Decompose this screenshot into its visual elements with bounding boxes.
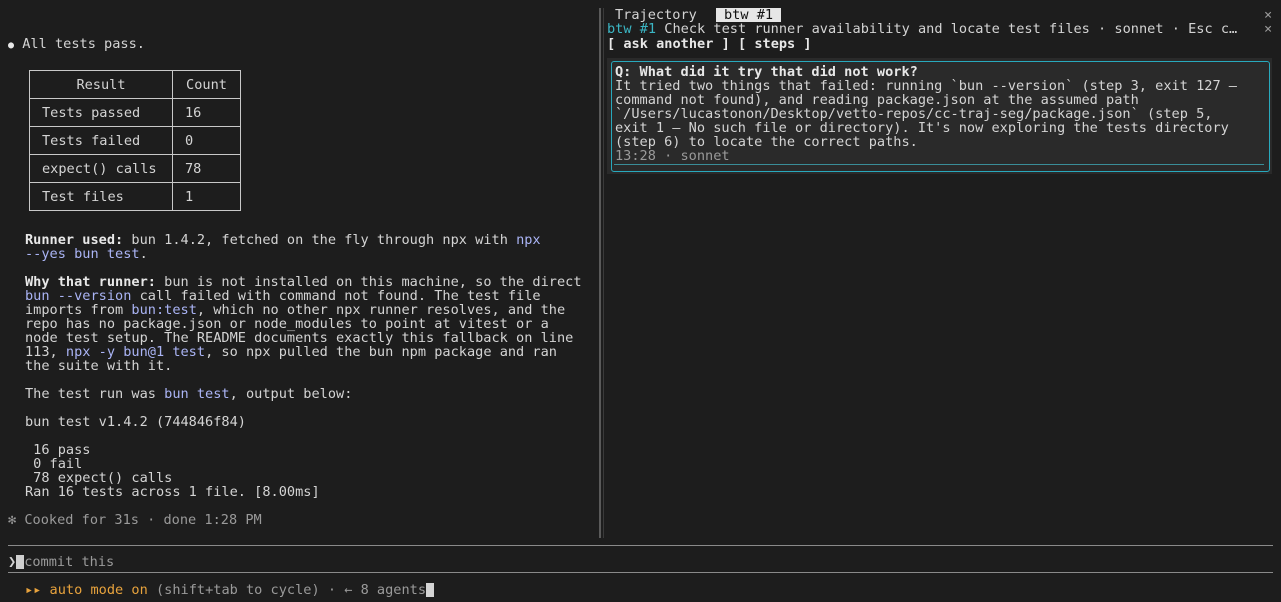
steps-button[interactable]: [ steps ] (738, 36, 812, 52)
auto-mode-label[interactable]: auto mode on (41, 582, 148, 598)
runner-used-text: bun 1.4.2, fetched on the fly through np… (123, 232, 517, 248)
table-cell: 0 (172, 126, 241, 155)
table-row: Tests failed 0 (29, 126, 241, 155)
inline-code: bun test (164, 386, 230, 402)
table-row: expect() calls 78 (29, 154, 241, 183)
table-cell: 16 (172, 98, 241, 127)
why-runner-text: , so npx pulled the bun npm package and … (205, 344, 557, 360)
btw-label: btw #1 (607, 21, 657, 37)
qa-question: Q: What did it try that did not work? (615, 64, 918, 80)
prompt-bottom-border (8, 572, 1273, 573)
cooked-status: ✻ Cooked for 31s · done 1:28 PM (8, 512, 262, 528)
run-line-text: The test run was (25, 386, 165, 402)
terminal-cursor (426, 583, 435, 597)
btw-header: btw #1 Check test runner availability an… (607, 22, 1237, 36)
table-header-count: Count (172, 70, 241, 99)
prompt-input[interactable]: commit this (24, 554, 114, 570)
run-line-text: , output below: (229, 386, 353, 402)
close-icon[interactable]: × (1264, 22, 1272, 36)
results-table: Result Count Tests passed 16 Tests faile… (29, 70, 241, 211)
btw-title: Check test runner availability and locat… (656, 21, 1238, 37)
qa-card-underline (614, 164, 1264, 165)
table-cell: expect() calls (29, 154, 173, 183)
test-output: bun test v1.4.2 (744846f84) 16 pass 0 fa… (25, 415, 320, 499)
prompt-line[interactable]: ❯ commit this (8, 555, 114, 569)
output-summary: Ran 16 tests across 1 file. [8.00ms] (25, 484, 320, 500)
inline-code: --yes bun test (25, 246, 140, 262)
qa-answer: It tried two things that failed: running… (615, 79, 1237, 149)
run-line: The test run was bun test, output below: (25, 387, 352, 401)
runner-used-end: . (139, 246, 148, 262)
table-cell: Tests passed (29, 98, 173, 127)
split-divider[interactable] (599, 8, 601, 538)
table-header-result: Result (29, 70, 173, 99)
close-icon[interactable]: × (1264, 8, 1272, 22)
prompt-top-border (8, 545, 1273, 546)
inline-code: npx (516, 232, 541, 248)
ask-another-button[interactable]: [ ask another ] (607, 36, 730, 52)
table-row: Tests passed 16 (29, 98, 241, 127)
why-runner-paragraph: Why that runner: bun is not installed on… (25, 275, 582, 373)
btw-actions: [ ask another ] [ steps ] (607, 37, 812, 51)
footer-status: ▸▸ auto mode on (shift+tab to cycle) · ←… (25, 582, 435, 598)
table-cell: Test files (29, 182, 173, 211)
auto-mode-icon: ▸▸ (25, 582, 42, 598)
table-header-row: Result Count (29, 70, 241, 99)
qa-meta: 13:28 · sonnet (615, 148, 730, 164)
split-divider-shadow (603, 8, 604, 538)
why-runner-text: the suite with it. (25, 358, 173, 374)
footer-hint: (shift+tab to cycle) · ← 8 agents (147, 582, 427, 598)
runner-used-paragraph: Runner used: bun 1.4.2, fetched on the f… (25, 233, 541, 261)
tab-btw-1[interactable]: btw #1 (716, 8, 782, 22)
status-bullet-icon: ● (8, 40, 15, 51)
tab-trajectory[interactable]: Trajectory (615, 8, 697, 22)
prompt-caret-icon: ❯ (8, 554, 17, 570)
status-text: All tests pass. (22, 36, 145, 52)
table-row: Test files 1 (29, 182, 241, 211)
table-cell: 1 (172, 182, 241, 211)
table-cell: Tests failed (29, 126, 173, 155)
table-cell: 78 (172, 154, 241, 183)
prompt-cursor (16, 555, 25, 569)
status-line: ● All tests pass. (8, 37, 145, 53)
output-header: bun test v1.4.2 (744846f84) (25, 414, 246, 430)
